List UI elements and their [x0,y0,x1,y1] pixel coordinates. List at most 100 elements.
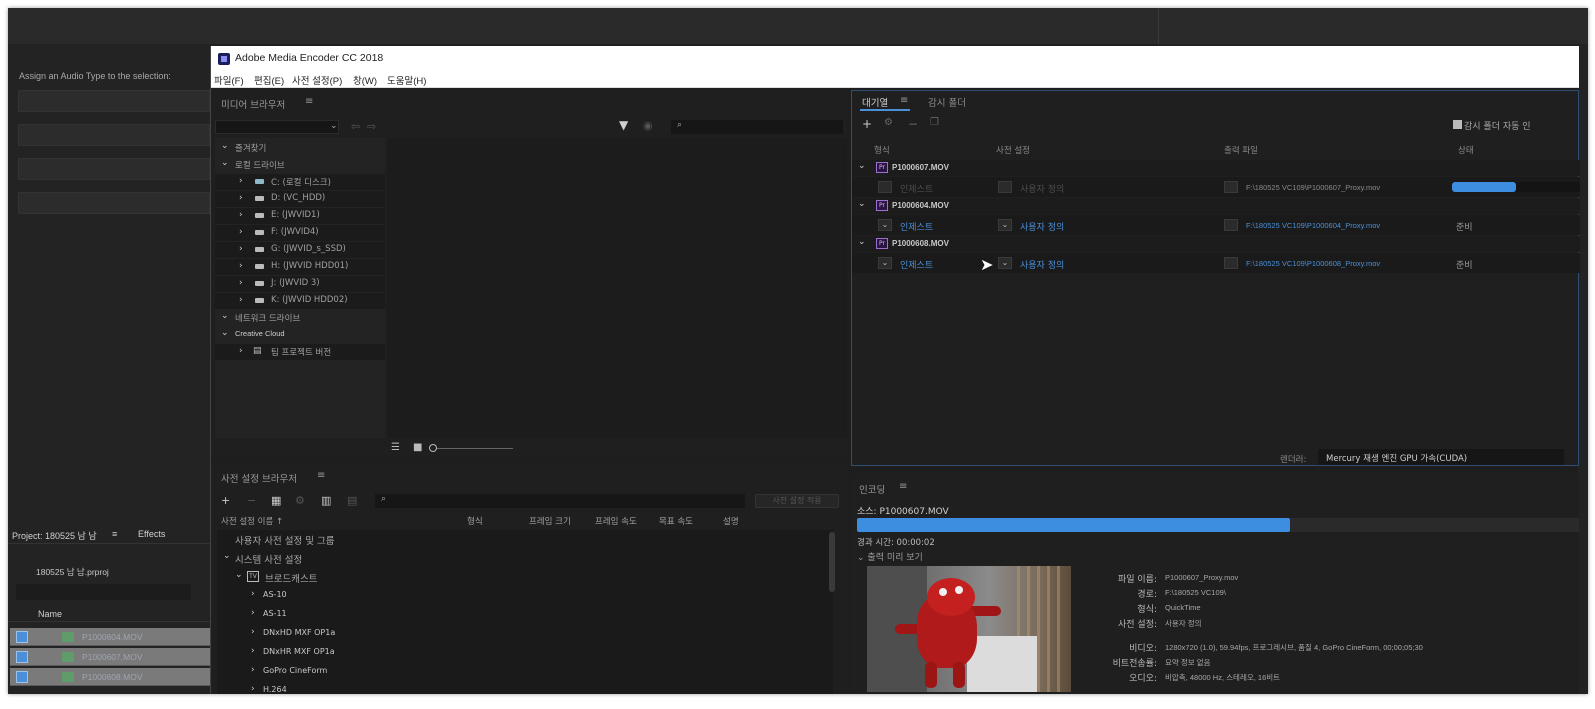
menu-file[interactable]: 파일(F) [214,73,244,87]
audio-option-box[interactable] [18,192,210,214]
menu-help[interactable]: 도움말(H) [387,73,426,87]
preset-search-input[interactable]: ⌕ [375,494,745,508]
tab-queue[interactable]: 대기열 [862,95,888,109]
preset-dropdown[interactable]: ⌄ [998,219,1012,231]
output-file-icon[interactable] [1224,219,1238,231]
eye-icon[interactable]: ◉ [643,119,653,132]
filter-icon[interactable]: ▼ [619,118,628,132]
preset-row[interactable]: › AS-10 [217,587,833,605]
queue-output-row[interactable]: ⌄ 인제스트 ⌄ 사용자 정의 F:\180525 VC109\P1000604… [852,215,1580,235]
auto-encode-watch-folders[interactable]: 감시 폴더 자동 인 [1453,119,1531,132]
queue-output-row[interactable]: 인제스트 사용자 정의 F:\180525 VC109\P1000607_Pro… [852,177,1580,197]
format-dropdown[interactable]: ⌄ [878,257,892,269]
col-description[interactable]: 설명 [723,515,739,527]
preset-settings-icon[interactable]: ⚙ [295,494,305,507]
tree-item-drive[interactable]: › K: (JWVID HDD02) [215,293,385,309]
preset-scrollbar[interactable] [829,532,835,592]
queue-settings-icon[interactable]: ⚙ [884,117,893,128]
location-dropdown[interactable]: ⌄ [215,120,339,134]
checkbox-icon[interactable] [16,651,28,663]
zoom-slider-knob[interactable] [429,444,437,452]
preset-row[interactable]: ⌄ TV 브로드캐스트 [217,568,833,586]
queue-source-row[interactable]: ⌄ Pr P1000608.MOV [852,236,1580,252]
col-output-file[interactable]: 출력 파일 [1224,144,1258,156]
tab-watch-folders[interactable]: 감시 폴더 [928,95,966,109]
panel-menu-icon[interactable]: ≡ [305,96,313,107]
preset-row[interactable]: › AS-11 [217,606,833,624]
media-search-input[interactable]: ⌕ [671,120,843,134]
output-preview-toggle[interactable]: ⌄ 출력 미리 보기 [857,550,923,563]
col-frame-rate[interactable]: 프레임 속도 [595,515,637,527]
col-preset-name[interactable]: 사전 설정 이름 ↑ [221,515,283,527]
preset-row[interactable]: 사용자 사전 설정 및 그룹 [217,530,833,548]
tree-item-local-drives[interactable]: ⌄ 로컬 드라이브 [215,157,385,173]
preset-row[interactable]: › H.264 [217,682,833,694]
project-search-input[interactable] [16,584,191,600]
preset-row[interactable]: › DNxHR MXF OP1a [217,644,833,662]
project-clip-row[interactable]: P1000604.MOV [10,628,210,646]
queue-source-row[interactable]: ⌄ Pr P1000604.MOV [852,198,1580,214]
output-path[interactable]: F:\180525 VC109\P1000604_Proxy.mov [1246,221,1380,230]
output-path[interactable]: F:\180525 VC109\P1000608_Proxy.mov [1246,259,1380,268]
queue-source-row[interactable]: ⌄ Pr P1000607.MOV [852,160,1580,176]
tree-item-drive[interactable]: › G: (JWVID_s_SSD) [215,242,385,258]
list-view-icon[interactable]: ☰ [391,442,400,453]
panel-menu-icon[interactable]: ≡ [900,95,908,106]
new-group-icon[interactable]: ▦ [271,494,281,507]
output-file-icon[interactable] [1224,257,1238,269]
back-arrow-icon[interactable]: ⇦ [351,120,360,133]
preset-row[interactable]: › GoPro CineForm [217,663,833,681]
format-dropdown[interactable]: ⌄ [878,219,892,231]
hamburger-icon[interactable]: ≡ [112,529,117,539]
apply-preset-button[interactable]: 사전 설정 적용 [755,494,839,508]
import-preset-icon[interactable]: ▥ [321,494,331,507]
remove-preset-icon[interactable]: − [247,494,256,507]
tree-item-drive[interactable]: › J: (JWVID 3) [215,276,385,292]
output-file-icon[interactable] [1224,181,1238,193]
preset-dropdown[interactable]: ⌄ [998,257,1012,269]
preset-value[interactable]: 사용자 정의 [1020,258,1064,271]
queue-output-row[interactable]: ⌄ 인제스트 ⌄ 사용자 정의 F:\180525 VC109\P1000608… [852,253,1580,274]
project-clip-row[interactable]: P1000608.MOV [10,668,210,686]
remove-item-icon[interactable]: − [908,117,918,131]
tree-item-drive[interactable]: › H: (JWVID HDD01) [215,259,385,275]
tab-effects[interactable]: Effects [138,529,165,539]
checkbox-icon[interactable] [1453,120,1462,129]
col-frame-size[interactable]: 프레임 크기 [529,515,571,527]
zoom-slider-track[interactable] [433,448,513,449]
preset-value[interactable]: 사용자 정의 [1020,220,1064,233]
checkbox-icon[interactable] [16,631,28,643]
audio-option-box[interactable] [18,124,210,146]
preset-dropdown[interactable] [998,181,1012,193]
audio-option-box[interactable] [18,90,210,112]
audio-option-box[interactable] [18,158,210,180]
panel-menu-icon[interactable]: ≡ [899,481,907,492]
col-format[interactable]: 형식 [874,144,890,156]
tree-item-drive[interactable]: › C: (로컬 디스크) [215,174,385,190]
menu-window[interactable]: 창(W) [353,73,377,87]
menu-edit[interactable]: 편집(E) [254,73,284,87]
renderer-dropdown[interactable]: Mercury 재생 엔진 GPU 가속(CUDA) [1318,449,1564,465]
format-value[interactable]: 인제스트 [900,258,933,271]
tree-item-network-drives[interactable]: ⌄ 네트워크 드라이브 [215,310,385,326]
panel-menu-icon[interactable]: ≡ [317,470,325,481]
preset-row[interactable]: › DNxHD MXF OP1a [217,625,833,643]
preset-row[interactable]: ⌄ 시스템 사전 설정 [217,549,833,567]
tree-item-creative-cloud[interactable]: ⌄ Creative Cloud [215,327,385,343]
project-clip-row[interactable]: P1000607.MOV [10,648,210,666]
col-status[interactable]: 상태 [1458,144,1474,156]
col-format[interactable]: 형식 [467,515,483,527]
export-preset-icon[interactable]: ▤ [347,494,357,507]
tree-item-team-projects[interactable]: › ▤ 팀 프로젝트 버전 [215,344,385,360]
tree-item-favorites[interactable]: ⌄ 즐겨찾기 [215,140,385,156]
forward-arrow-icon[interactable]: ⇨ [367,120,376,133]
format-value[interactable]: 인제스트 [900,220,933,233]
tree-item-drive[interactable]: › F: (JWVID4) [215,225,385,241]
menu-preset[interactable]: 사전 설정(P) [292,73,342,87]
tab-project[interactable]: Project: 180525 남 남 [12,529,97,542]
add-preset-icon[interactable]: + [221,494,230,507]
tree-item-drive[interactable]: › E: (JWVID1) [215,208,385,224]
name-column-header[interactable]: Name [38,609,62,619]
col-target-rate[interactable]: 목표 속도 [659,515,693,527]
format-dropdown[interactable] [878,181,892,193]
